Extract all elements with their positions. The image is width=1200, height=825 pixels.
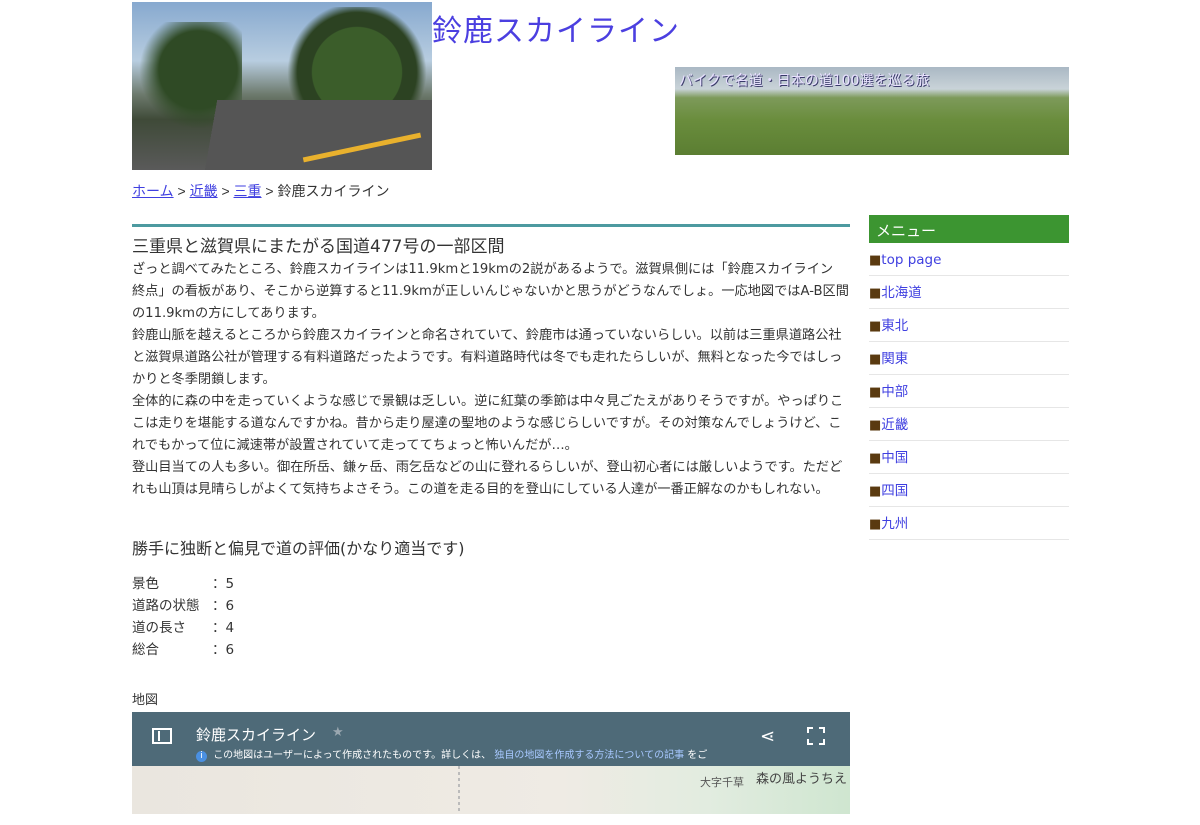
map-place-label: 森の風ようちえ (756, 772, 848, 787)
side-panel-icon[interactable] (152, 728, 172, 744)
map-notice-suffix: をご (687, 750, 708, 761)
map-notice: i この地図はユーザーによって作成されたものです。詳しくは、 独自の地図を作成す… (196, 746, 707, 762)
share-icon[interactable]: ⋖ (760, 726, 775, 747)
article-paragraph: 登山目当ての人も多い。御在所岳、鎌ヶ岳、雨乞岳などの山に登れるらしいが、登山初心… (132, 460, 843, 497)
sidebar-item-label[interactable]: 中部 (881, 384, 908, 400)
article-paragraph: 鈴鹿山脈を越えるところから鈴鹿スカイラインと命名されていて、鈴鹿市は通っていない… (132, 328, 843, 387)
section-divider (132, 224, 850, 227)
rating-value: ：6 (212, 642, 235, 658)
breadcrumb-separator: > (221, 183, 230, 199)
rating-value: ：6 (212, 598, 235, 614)
rating-value: ：5 (212, 576, 235, 592)
sidebar-item-label[interactable]: 北海道 (881, 285, 922, 301)
sidebar-item-label[interactable]: 四国 (881, 483, 908, 499)
sidebar-item-shikoku[interactable]: ■四国 (869, 474, 1069, 507)
sidebar-item-kinki[interactable]: ■近畿 (869, 408, 1069, 441)
sidebar-list: ■top page ■北海道 ■東北 ■関東 ■中部 ■近畿 ■中国 ■四国 ■… (869, 243, 1069, 540)
site-title[interactable]: 鈴鹿スカイライン (432, 6, 680, 50)
ratings-list: 景色 ：5 道路の状態 ：6 道の長さ ：4 総合 ：6 (132, 573, 850, 661)
sidebar-item-label[interactable]: 中国 (881, 450, 908, 466)
sidebar-item-label[interactable]: 東北 (881, 318, 908, 334)
sidebar-item-chugoku[interactable]: ■中国 (869, 441, 1069, 474)
header-road-photo (132, 2, 432, 170)
rating-row: 景色 ：5 (132, 573, 850, 595)
breadcrumb-separator: > (265, 183, 274, 199)
sidebar-item-label[interactable]: 関東 (881, 351, 908, 367)
sidebar-heading: メニュー (869, 215, 1069, 243)
map-header-bar: 鈴鹿スカイライン ★ i この地図はユーザーによって作成されたものです。詳しくは… (132, 712, 850, 766)
sidebar-item-chubu[interactable]: ■中部 (869, 375, 1069, 408)
breadcrumb-prefecture-link[interactable]: 三重 (234, 183, 262, 199)
rating-row: 総合 ：6 (132, 639, 850, 661)
map-notice-link[interactable]: 独自の地図を作成する方法についての記事 (494, 750, 684, 761)
rating-label: 道の長さ (132, 620, 186, 636)
article-paragraph: 全体的に森の中を走っていくような感じで景観は乏しい。逆に紅葉の季節は中々見ごたえ… (132, 394, 844, 453)
sidebar-item-label[interactable]: 近畿 (881, 417, 908, 433)
fullscreen-icon[interactable] (807, 727, 825, 745)
map-label: 地図 (132, 693, 159, 708)
map-place-label: 大字千草 (700, 776, 744, 789)
star-icon[interactable]: ★ (332, 725, 344, 740)
info-icon: i (196, 751, 207, 762)
bullet-square-icon: ■ (869, 418, 882, 433)
sidebar-item-top-page[interactable]: ■top page (869, 243, 1069, 276)
rating-row: 道路の状態 ：6 (132, 595, 850, 617)
breadcrumb-separator: > (177, 183, 186, 199)
breadcrumb: ホーム > 近畿 > 三重 > 鈴鹿スカイライン (132, 181, 390, 201)
rating-label: 道路の状態 (132, 598, 200, 614)
map-tiles[interactable]: 大字千草 森の風ようちえ (132, 766, 850, 814)
sidebar-item-hokkaido[interactable]: ■北海道 (869, 276, 1069, 309)
rating-heading: 勝手に独断と偏見で道の評価(かなり適当です) (132, 539, 465, 558)
breadcrumb-home-link[interactable]: ホーム (132, 183, 174, 199)
breadcrumb-current: 鈴鹿スカイライン (277, 183, 390, 199)
map-title[interactable]: 鈴鹿スカイライン (196, 724, 316, 745)
rating-label: 景色 (132, 576, 159, 592)
map-boundary-line (458, 766, 460, 814)
main-content: 三重県と滋賀県にまたがる国道477号の一部区間 ざっと調べてみたところ、鈴鹿スカ… (132, 224, 850, 814)
breadcrumb-region-link[interactable]: 近畿 (190, 183, 218, 199)
bullet-square-icon: ■ (869, 352, 882, 367)
article-paragraph: ざっと調べてみたところ、鈴鹿スカイラインは11.9kmと19kmの2説があるよう… (132, 262, 849, 321)
sidebar-menu: メニュー ■top page ■北海道 ■東北 ■関東 ■中部 ■近畿 ■中国 … (869, 215, 1069, 540)
bullet-square-icon: ■ (869, 517, 882, 532)
sidebar-item-tohoku[interactable]: ■東北 (869, 309, 1069, 342)
bullet-square-icon: ■ (869, 253, 882, 268)
rating-label: 総合 (132, 642, 159, 658)
rating-value: ：4 (212, 620, 235, 636)
banner-tagline: バイクで名道・日本の道100選を巡る旅 (679, 73, 930, 89)
sidebar-item-kanto[interactable]: ■関東 (869, 342, 1069, 375)
map-notice-text: この地図はユーザーによって作成されたものです。詳しくは、 (213, 750, 492, 761)
sidebar-item-label[interactable]: top page (881, 252, 941, 268)
bullet-square-icon: ■ (869, 319, 882, 334)
bullet-square-icon: ■ (869, 385, 882, 400)
sidebar-item-label[interactable]: 九州 (881, 516, 908, 532)
bullet-square-icon: ■ (869, 451, 882, 466)
bullet-square-icon: ■ (869, 286, 882, 301)
header-banner-image[interactable]: バイクで名道・日本の道100選を巡る旅 (675, 67, 1069, 155)
article-heading: 三重県と滋賀県にまたがる国道477号の一部区間 (132, 237, 505, 257)
sidebar-item-kyushu[interactable]: ■九州 (869, 507, 1069, 540)
embedded-map[interactable]: 鈴鹿スカイライン ★ i この地図はユーザーによって作成されたものです。詳しくは… (132, 712, 850, 814)
bullet-square-icon: ■ (869, 484, 882, 499)
rating-row: 道の長さ ：4 (132, 617, 850, 639)
